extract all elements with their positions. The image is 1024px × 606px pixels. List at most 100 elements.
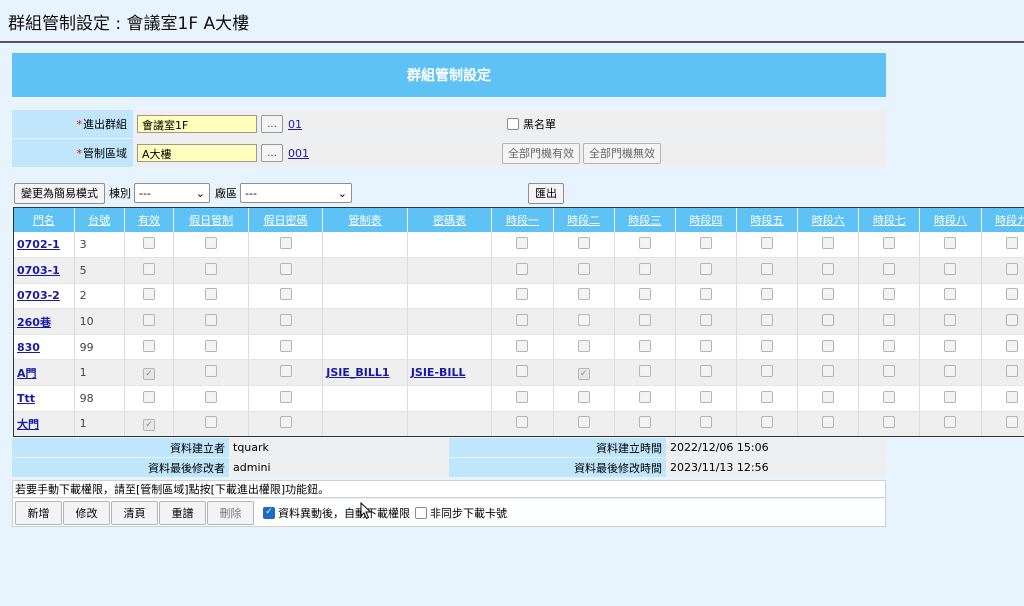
auto-download-option[interactable]: ✓ 資料異動後，自動下載權限 — [263, 505, 410, 521]
reload-button[interactable]: 重譜 — [159, 500, 206, 525]
period-8-checkbox[interactable] — [944, 416, 957, 429]
door-name-link[interactable]: 0703-2 — [17, 289, 60, 302]
period-4-checkbox[interactable] — [699, 288, 712, 301]
period-8-checkbox[interactable] — [944, 339, 957, 352]
group-input[interactable]: 會議室1F — [137, 115, 257, 133]
period-4-checkbox[interactable] — [699, 416, 712, 429]
col-header[interactable]: 時段四 — [675, 208, 737, 232]
period-1-checkbox[interactable] — [516, 262, 529, 275]
door-name-link[interactable]: Ttt — [17, 392, 35, 405]
valid-checkbox[interactable] — [143, 237, 155, 250]
period-9-checkbox[interactable] — [1005, 288, 1018, 301]
door-name-link[interactable]: 830 — [17, 341, 40, 354]
col-header[interactable]: 時段二 — [553, 208, 615, 232]
holiday-control-checkbox[interactable] — [205, 314, 218, 327]
period-2-checkbox[interactable] — [577, 288, 590, 301]
period-4-checkbox[interactable] — [699, 262, 712, 275]
control-table-link[interactable]: JSIE_BILL1 — [326, 366, 389, 379]
door-name-link[interactable]: 260巷 — [17, 316, 51, 329]
valid-checkbox[interactable] — [143, 314, 155, 327]
period-4-checkbox[interactable] — [699, 237, 712, 250]
holiday-password-checkbox[interactable] — [279, 314, 292, 327]
period-7-checkbox[interactable] — [883, 339, 896, 352]
area-browse-button[interactable]: ... — [261, 144, 283, 162]
period-9-checkbox[interactable] — [1005, 339, 1018, 352]
period-2-checkbox[interactable]: ✓ — [577, 368, 590, 381]
period-2-checkbox[interactable] — [577, 339, 590, 352]
all-doors-valid-button[interactable]: 全部門機有效 — [502, 142, 580, 164]
period-1-checkbox[interactable] — [516, 237, 529, 250]
period-7-checkbox[interactable] — [883, 262, 896, 275]
period-5-checkbox[interactable] — [761, 314, 774, 327]
period-9-checkbox[interactable] — [1005, 262, 1018, 275]
period-9-checkbox[interactable] — [1005, 314, 1018, 327]
period-1-checkbox[interactable] — [516, 365, 529, 378]
add-button[interactable]: 新增 — [15, 500, 62, 525]
period-3-checkbox[interactable] — [638, 390, 651, 403]
period-8-checkbox[interactable] — [944, 365, 957, 378]
all-doors-invalid-button[interactable]: 全部門機無效 — [583, 142, 661, 164]
col-header[interactable]: 時段六 — [797, 208, 860, 232]
auto-download-checkbox[interactable]: ✓ — [263, 506, 275, 519]
valid-checkbox[interactable] — [143, 262, 155, 275]
clear-button[interactable]: 清頁 — [111, 500, 158, 525]
period-5-checkbox[interactable] — [761, 237, 774, 250]
period-8-checkbox[interactable] — [944, 237, 957, 250]
col-header[interactable]: 時段五 — [736, 208, 799, 232]
building-select[interactable]: --- ⌄ — [134, 183, 210, 203]
period-7-checkbox[interactable] — [883, 237, 896, 250]
col-header[interactable]: 門名 — [14, 208, 75, 232]
col-header[interactable]: 假日管制 — [173, 208, 249, 232]
period-2-checkbox[interactable] — [577, 314, 590, 327]
period-1-checkbox[interactable] — [516, 339, 529, 352]
period-2-checkbox[interactable] — [577, 416, 590, 429]
door-name-link[interactable]: 0703-1 — [17, 264, 60, 277]
col-header[interactable]: 密碼表 — [407, 208, 493, 232]
period-3-checkbox[interactable] — [638, 237, 651, 250]
col-header[interactable]: 時段八 — [919, 208, 982, 232]
holiday-password-checkbox[interactable] — [279, 365, 292, 378]
password-table-link[interactable]: JSIE-BILL — [411, 366, 466, 379]
period-8-checkbox[interactable] — [944, 390, 957, 403]
period-4-checkbox[interactable] — [699, 314, 712, 327]
period-4-checkbox[interactable] — [699, 365, 712, 378]
period-3-checkbox[interactable] — [638, 288, 651, 301]
holiday-control-checkbox[interactable] — [205, 416, 218, 429]
holiday-control-checkbox[interactable] — [205, 339, 218, 352]
col-header[interactable]: 時段一 — [491, 208, 554, 232]
edit-button[interactable]: 修改 — [63, 500, 110, 525]
col-header[interactable]: 台號 — [74, 208, 125, 232]
valid-checkbox[interactable]: ✓ — [143, 368, 155, 381]
valid-checkbox[interactable] — [143, 390, 155, 403]
holiday-control-checkbox[interactable] — [205, 237, 218, 250]
period-5-checkbox[interactable] — [761, 262, 774, 275]
period-8-checkbox[interactable] — [944, 262, 957, 275]
period-6-checkbox[interactable] — [822, 365, 835, 378]
area-code-link[interactable]: 001 — [288, 147, 309, 160]
period-6-checkbox[interactable] — [822, 262, 835, 275]
period-5-checkbox[interactable] — [761, 390, 774, 403]
door-name-link[interactable]: A門 — [17, 367, 37, 380]
period-8-checkbox[interactable] — [944, 314, 957, 327]
period-9-checkbox[interactable] — [1005, 416, 1018, 429]
holiday-control-checkbox[interactable] — [205, 262, 218, 275]
period-3-checkbox[interactable] — [638, 339, 651, 352]
holiday-password-checkbox[interactable] — [279, 237, 292, 250]
holiday-control-checkbox[interactable] — [205, 390, 218, 403]
period-9-checkbox[interactable] — [1005, 390, 1018, 403]
period-6-checkbox[interactable] — [822, 237, 835, 250]
period-2-checkbox[interactable] — [577, 262, 590, 275]
export-button[interactable]: 匯出 — [528, 182, 564, 204]
valid-checkbox[interactable] — [143, 288, 155, 301]
valid-checkbox[interactable] — [143, 339, 155, 352]
holiday-control-checkbox[interactable] — [205, 288, 218, 301]
blacklist-checkbox[interactable] — [507, 118, 519, 130]
door-name-link[interactable]: 大門 — [17, 418, 39, 431]
col-header[interactable]: 管制表 — [322, 208, 408, 232]
period-8-checkbox[interactable] — [944, 288, 957, 301]
period-7-checkbox[interactable] — [883, 390, 896, 403]
holiday-password-checkbox[interactable] — [279, 390, 292, 403]
period-7-checkbox[interactable] — [883, 314, 896, 327]
period-9-checkbox[interactable] — [1005, 365, 1018, 378]
period-7-checkbox[interactable] — [883, 288, 896, 301]
